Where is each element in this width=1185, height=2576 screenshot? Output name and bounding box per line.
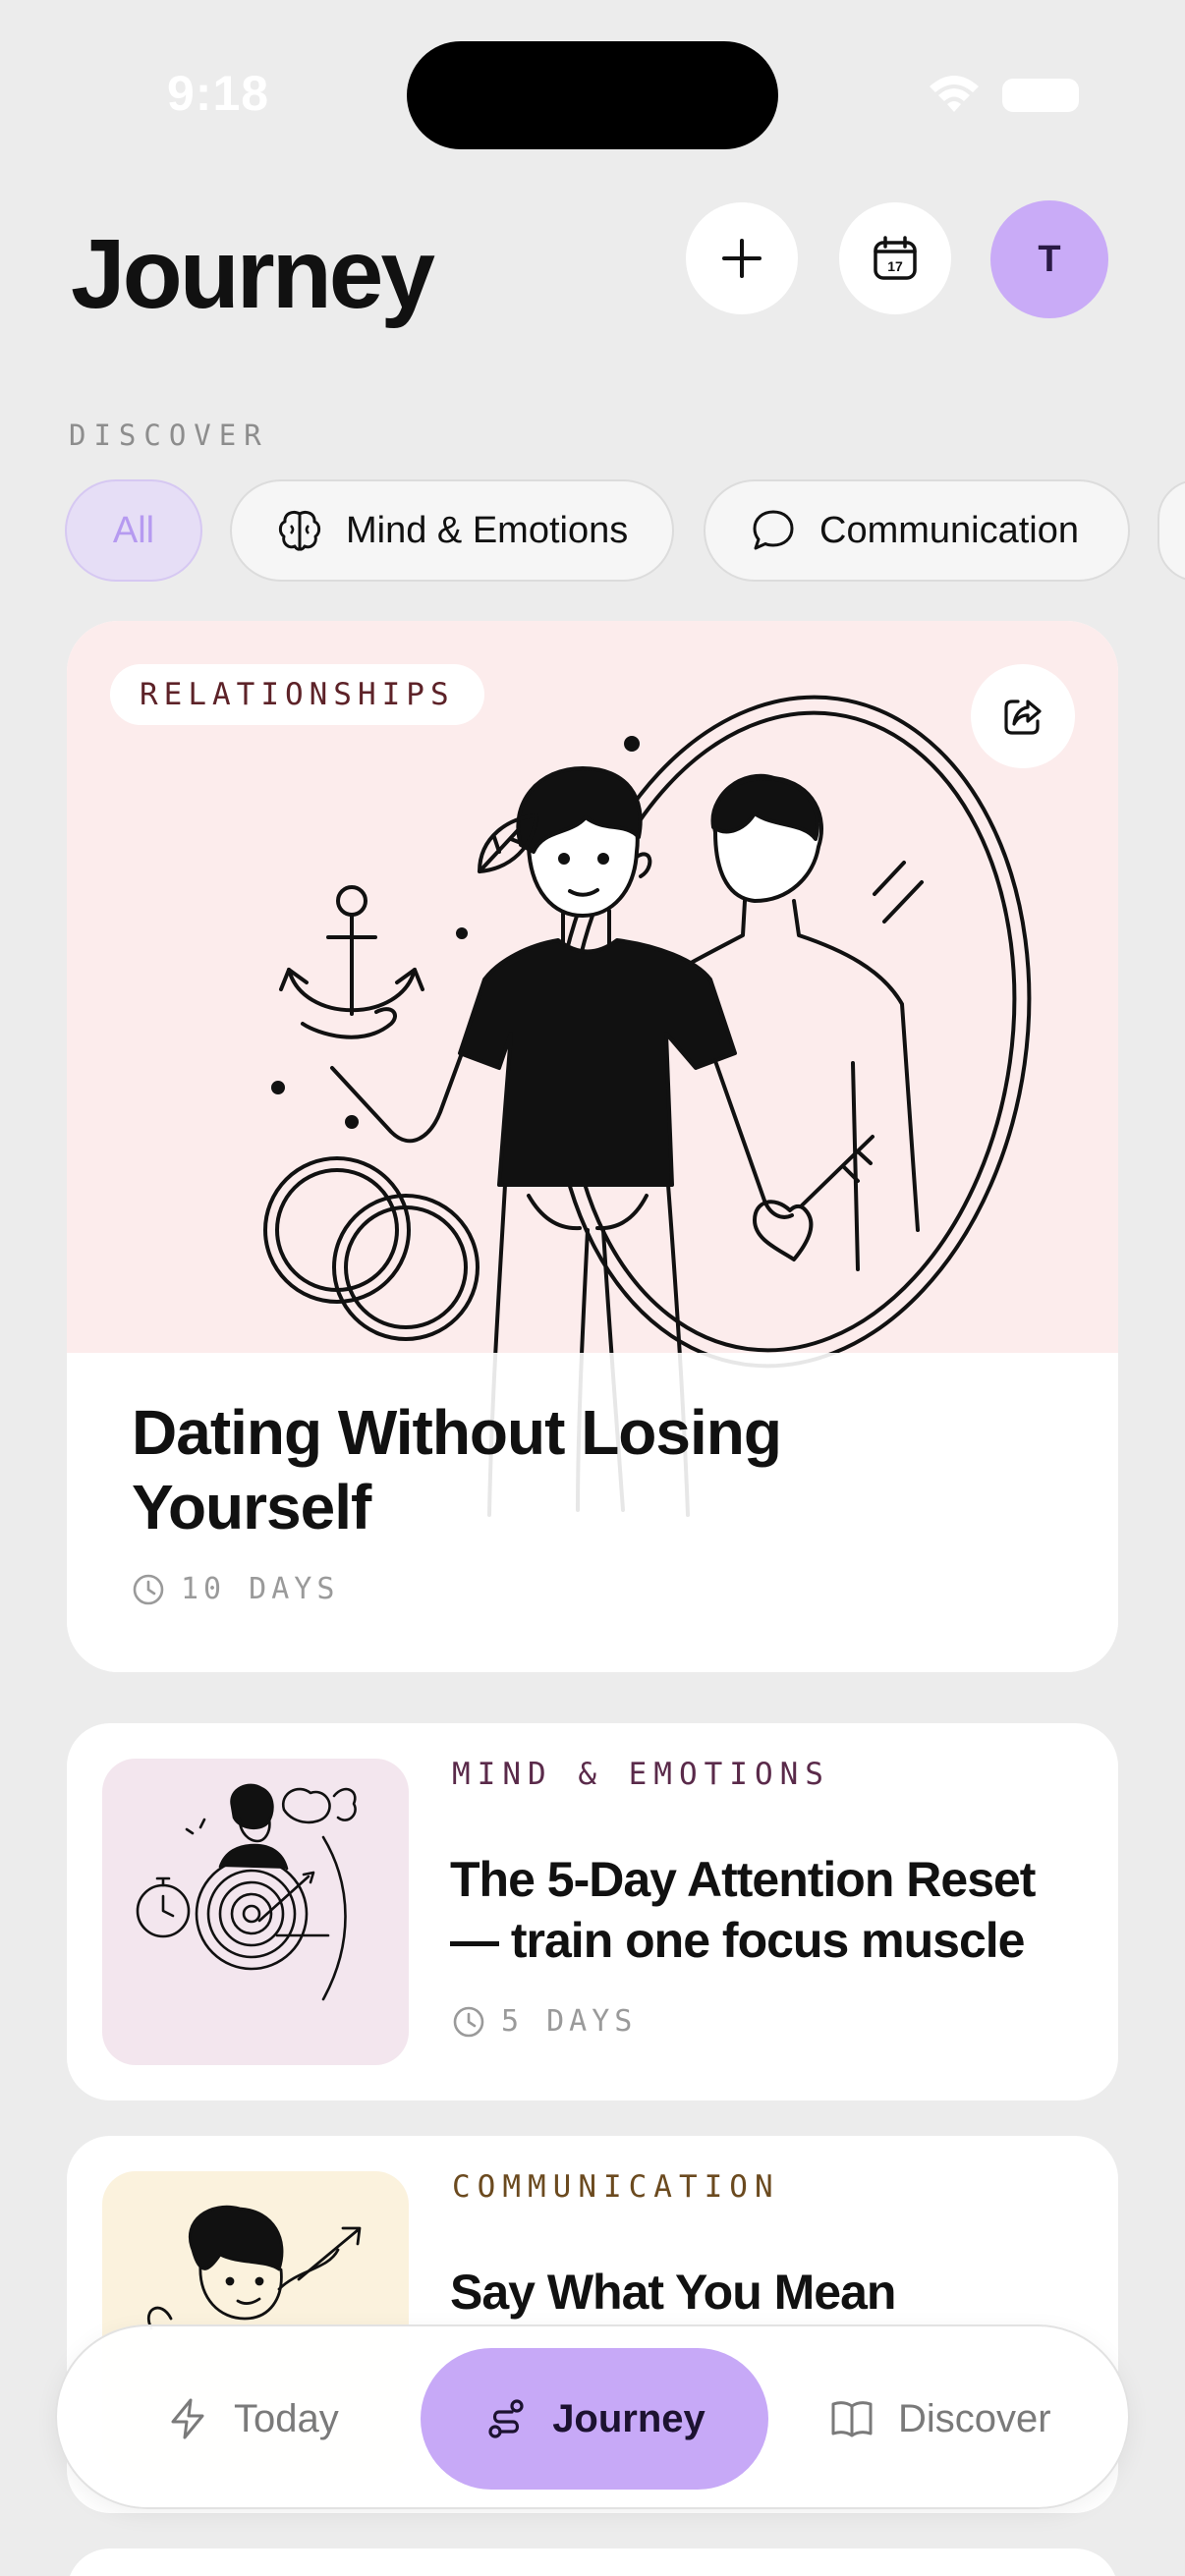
- add-button[interactable]: [686, 202, 798, 314]
- filter-chip-mind-emotions[interactable]: Mind & Emotions: [230, 479, 674, 582]
- journey-duration: 5 DAYS: [452, 2004, 637, 2039]
- share-icon: [1004, 700, 1042, 735]
- speech-bubble-icon: [753, 510, 794, 550]
- filter-chip-more[interactable]: [1157, 479, 1185, 582]
- journey-thumbnail: [102, 1759, 409, 2065]
- tab-discover[interactable]: Discover: [829, 2348, 1051, 2490]
- calendar-icon: 17: [874, 236, 917, 280]
- journey-card[interactable]: MIND & EMOTIONS The 5-Day Attention Rese…: [67, 1723, 1118, 2100]
- route-icon: [488, 2399, 524, 2438]
- tab-label: Journey: [552, 2396, 705, 2440]
- filter-chip-label: Mind & Emotions: [346, 509, 629, 551]
- filter-chip-communication[interactable]: Communication: [704, 479, 1130, 582]
- bolt-icon: [171, 2398, 204, 2439]
- page-title: Journey: [71, 219, 435, 329]
- tab-label: Today: [234, 2396, 339, 2440]
- discover-section-label: DISCOVER: [69, 419, 269, 452]
- clock-icon: [453, 2006, 484, 2037]
- journey-category: COMMUNICATION: [452, 2169, 780, 2205]
- dynamic-island: [407, 41, 778, 149]
- journey-category: MIND & EMOTIONS: [452, 1757, 830, 1792]
- tab-journey[interactable]: Journey: [421, 2348, 768, 2490]
- battery-icon: [1002, 79, 1079, 112]
- featured-title: Dating Without Losing Yourself: [132, 1397, 782, 1542]
- book-icon: [831, 2401, 873, 2437]
- wifi-icon: [930, 76, 979, 112]
- svg-text:17: 17: [887, 258, 903, 274]
- calendar-button[interactable]: 17: [839, 202, 951, 314]
- duration-label: 5 DAYS: [501, 2004, 638, 2039]
- duration-label: 10 DAYS: [181, 1572, 340, 1606]
- bottom-tab-bar: Today Journey Discover: [55, 2324, 1130, 2509]
- journey-title: Say What You Mean: [450, 2265, 896, 2320]
- featured-journey-card[interactable]: RELATIONSHIPS Dating Without Losing Your…: [67, 621, 1118, 1672]
- featured-duration: 10 DAYS: [132, 1572, 339, 1606]
- tab-label: Discover: [898, 2396, 1051, 2440]
- tab-today[interactable]: Today: [165, 2348, 339, 2490]
- status-time: 9:18: [167, 66, 270, 121]
- avatar[interactable]: T: [990, 200, 1108, 318]
- category-tag: RELATIONSHIPS: [110, 664, 484, 725]
- journey-card[interactable]: [67, 2548, 1118, 2576]
- filter-chip-label: All: [112, 509, 155, 551]
- plus-icon: [722, 239, 762, 278]
- brain-icon: [278, 510, 321, 551]
- clock-icon: [133, 1574, 164, 1604]
- journey-title: The 5-Day Attention Reset — train one fo…: [450, 1852, 1036, 1968]
- focus-target-illustration: [136, 1783, 357, 2001]
- filter-chip-label: Communication: [819, 509, 1079, 551]
- share-button[interactable]: [971, 664, 1075, 768]
- filter-chip-all[interactable]: All: [65, 479, 202, 582]
